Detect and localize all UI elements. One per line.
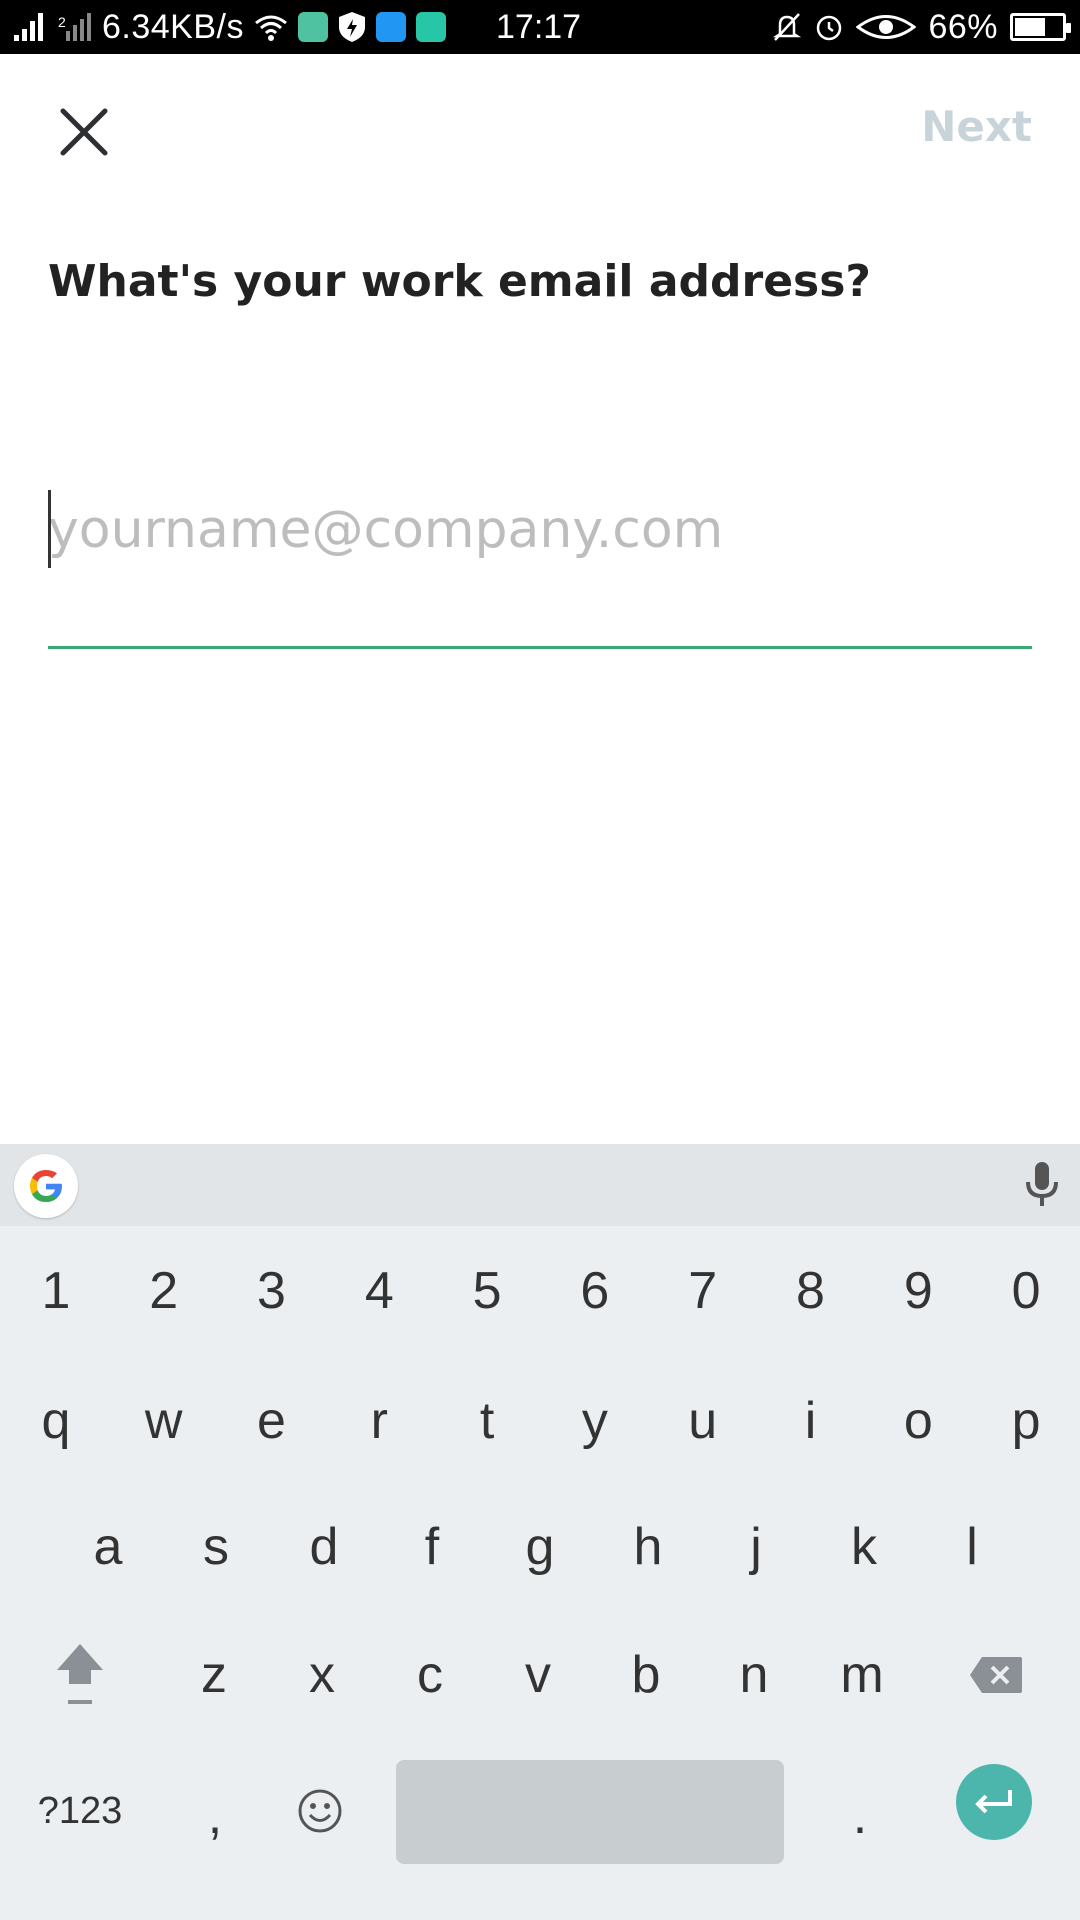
key-1[interactable]: 1 — [2, 1226, 110, 1356]
bottom-row: ?123 , . — [0, 1756, 1080, 1876]
shield-icon — [338, 12, 365, 42]
key-h[interactable]: h — [594, 1482, 702, 1612]
key-4[interactable]: 4 — [325, 1226, 433, 1356]
enter-key[interactable] — [956, 1764, 1032, 1840]
mute-icon — [773, 13, 802, 41]
key-d[interactable]: d — [270, 1482, 378, 1612]
comma-key[interactable]: , — [180, 1756, 250, 1866]
svg-text:2: 2 — [58, 14, 66, 30]
google-search-button[interactable] — [14, 1154, 78, 1218]
voice-input-button[interactable] — [1022, 1160, 1062, 1210]
close-icon — [60, 108, 108, 156]
symbols-key[interactable]: ?123 — [20, 1756, 140, 1866]
key-k[interactable]: k — [810, 1482, 918, 1612]
key-5[interactable]: 5 — [433, 1226, 541, 1356]
key-l[interactable]: l — [918, 1482, 1026, 1612]
app-notification-icon — [297, 12, 328, 42]
status-bar: 2 6.34KB/s 17:17 66% — [0, 0, 1080, 54]
key-8[interactable]: 8 — [757, 1226, 865, 1356]
status-right: 66% — [772, 0, 1071, 54]
key-w[interactable]: w — [110, 1356, 218, 1486]
key-p[interactable]: p — [972, 1356, 1080, 1486]
soft-keyboard: 1234567890 qwertyuiop asdfghjkl zxcvbnm … — [0, 1144, 1080, 1920]
emoji-icon — [298, 1789, 342, 1833]
key-x[interactable]: x — [268, 1610, 376, 1740]
signal-2-icon: 2 — [58, 13, 91, 41]
key-j[interactable]: j — [702, 1482, 810, 1612]
key-i[interactable]: i — [757, 1356, 865, 1486]
number-row: 1234567890 — [0, 1226, 1080, 1356]
key-u[interactable]: u — [649, 1356, 757, 1486]
key-c[interactable]: c — [376, 1610, 484, 1740]
letter-row-1: qwertyuiop — [0, 1356, 1080, 1486]
alarm-icon — [817, 15, 842, 41]
clock: 17:17 — [496, 8, 582, 46]
space-key[interactable] — [396, 1760, 784, 1864]
key-n[interactable]: n — [700, 1610, 808, 1740]
google-icon — [30, 1170, 62, 1202]
key-m[interactable]: m — [808, 1610, 916, 1740]
key-3[interactable]: 3 — [218, 1226, 326, 1356]
key-r[interactable]: r — [325, 1356, 433, 1486]
location-icon — [415, 12, 446, 42]
key-t[interactable]: t — [433, 1356, 541, 1486]
status-left: 2 6.34KB/s — [14, 0, 446, 54]
key-6[interactable]: 6 — [541, 1226, 649, 1356]
key-f[interactable]: f — [378, 1482, 486, 1612]
enter-icon — [975, 1790, 1012, 1814]
key-0[interactable]: 0 — [972, 1226, 1080, 1356]
key-g[interactable]: g — [486, 1482, 594, 1612]
key-y[interactable]: y — [541, 1356, 649, 1486]
battery-level — [1015, 18, 1046, 36]
backspace-icon — [970, 1657, 1022, 1693]
shift-icon — [57, 1644, 103, 1704]
key-s[interactable]: s — [162, 1482, 270, 1612]
microphone-icon — [1026, 1162, 1058, 1206]
shift-key[interactable] — [0, 1610, 160, 1740]
key-o[interactable]: o — [864, 1356, 972, 1486]
key-7[interactable]: 7 — [649, 1226, 757, 1356]
battery-percent: 66% — [928, 7, 998, 46]
email-field-underline — [48, 646, 1032, 649]
signal-icon — [14, 13, 43, 41]
key-q[interactable]: q — [2, 1356, 110, 1486]
letter-row-3-keys: zxcvbnm — [160, 1610, 916, 1740]
period-key[interactable]: . — [820, 1756, 900, 1866]
key-e[interactable]: e — [218, 1356, 326, 1486]
wifi-icon — [255, 15, 287, 41]
page-title: What's your work email address? — [48, 256, 871, 307]
battery-icon — [1010, 13, 1071, 41]
letter-row-2: asdfghjkl — [0, 1482, 1080, 1612]
text-cursor — [48, 490, 51, 568]
key-z[interactable]: z — [160, 1610, 268, 1740]
key-b[interactable]: b — [592, 1610, 700, 1740]
key-v[interactable]: v — [484, 1610, 592, 1740]
email-field-container — [48, 490, 1032, 574]
email-field[interactable] — [48, 490, 1032, 570]
next-button[interactable]: Next — [921, 102, 1032, 151]
eye-icon — [856, 15, 917, 39]
key-2[interactable]: 2 — [110, 1226, 218, 1356]
keyboard-toolbar — [0, 1144, 1080, 1226]
emoji-key[interactable] — [280, 1756, 360, 1866]
close-button[interactable] — [48, 96, 120, 168]
message-icon — [375, 12, 406, 42]
key-9[interactable]: 9 — [864, 1226, 972, 1356]
key-a[interactable]: a — [54, 1482, 162, 1612]
net-speed: 6.34KB/s — [102, 7, 244, 46]
backspace-key[interactable] — [916, 1610, 1076, 1740]
letter-row-3: zxcvbnm — [0, 1610, 1080, 1740]
